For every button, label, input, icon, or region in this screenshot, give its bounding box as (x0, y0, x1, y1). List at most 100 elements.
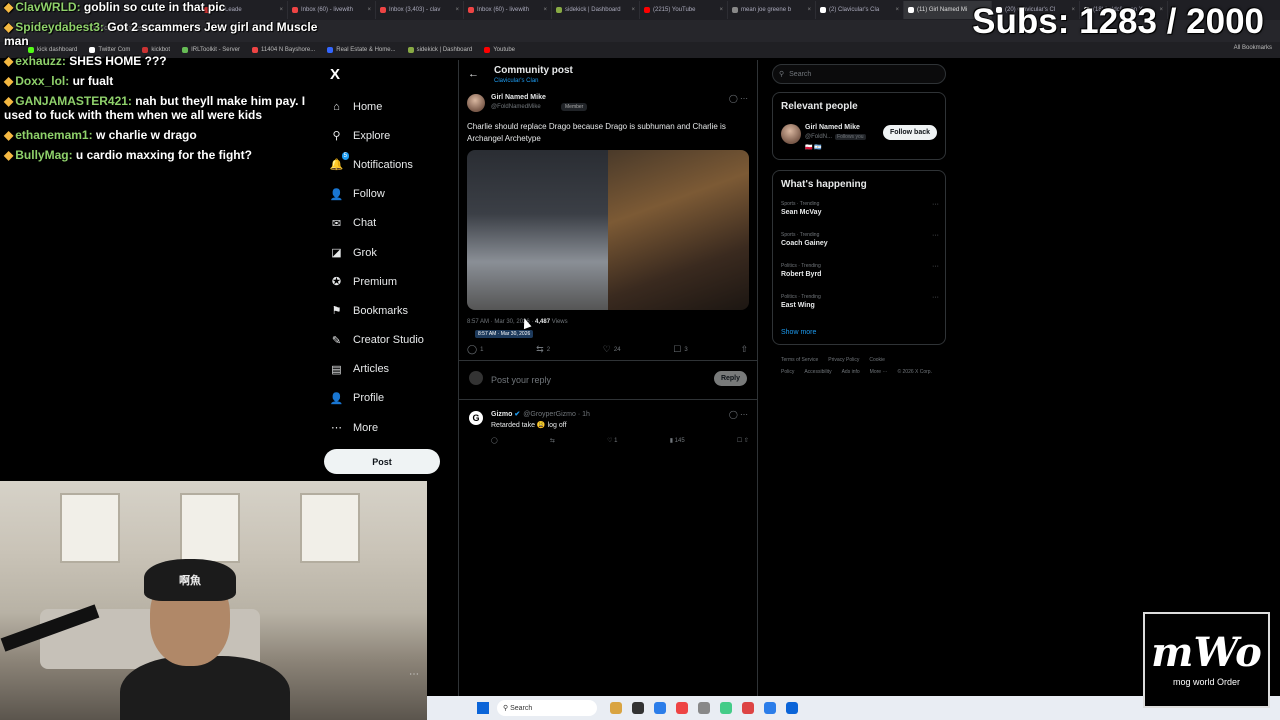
search-placeholder[interactable]: Search (789, 71, 811, 78)
browser-tab[interactable]: (2215) YouTube × (640, 1, 728, 19)
close-icon[interactable]: × (540, 7, 547, 13)
reply-author-name[interactable]: Gizmo (491, 411, 512, 418)
search-input[interactable]: ⚲ Search (772, 64, 946, 84)
more-icon[interactable]: ··· (932, 232, 939, 239)
x-logo[interactable]: X (330, 66, 340, 83)
nav-item-creator-studio[interactable]: ✎ Creator Studio (330, 326, 424, 355)
trend-item[interactable]: Politics · Trending East Wing ··· (781, 294, 939, 309)
reply-composer[interactable]: Post your reply Reply (459, 360, 757, 400)
bookmark-action[interactable]: ☐ 3 (673, 344, 687, 355)
browser-tab[interactable]: sidekick | Dashboard × (552, 1, 640, 19)
browser-tab[interactable]: Inbox (3,403) - clav × (376, 1, 464, 19)
nav-item-bookmarks[interactable]: ⚑ Bookmarks (330, 296, 424, 325)
taskbar-app-icon[interactable] (764, 702, 776, 714)
media-photo-group[interactable] (467, 150, 608, 310)
taskbar-app-icon[interactable] (786, 702, 798, 714)
media-painting-archangel[interactable] (608, 150, 749, 310)
tab-favicon-icon (820, 7, 826, 13)
share-action[interactable]: ⇧ (740, 344, 751, 355)
reply-input[interactable]: Post your reply (491, 375, 551, 385)
chat-message: ◆ exhauzz: SHES HOME ??? (4, 54, 320, 68)
nav-item-more[interactable]: ⋯ More (330, 413, 424, 442)
nav-item-profile[interactable]: 👤 Profile (330, 384, 424, 413)
windows-start-icon[interactable] (477, 702, 489, 714)
close-icon[interactable]: × (804, 7, 811, 13)
post-button[interactable]: Post (324, 449, 440, 474)
creator-studio-icon: ✎ (331, 334, 342, 347)
taskbar-app-icon[interactable] (742, 702, 754, 714)
nav-item-explore[interactable]: ⚲ Explore (330, 121, 424, 150)
all-bookmarks-link[interactable]: All Bookmarks (1234, 45, 1272, 51)
reply-bookmark-share[interactable]: ☐ ⇧ (737, 437, 749, 444)
community-link[interactable]: Clavicular's Clan (494, 78, 539, 84)
relevant-person-handle-row[interactable]: @FoldN... Follows you (805, 134, 866, 140)
close-icon[interactable]: × (364, 7, 371, 13)
taskbar-app-icon[interactable] (654, 702, 666, 714)
close-icon[interactable]: × (452, 7, 459, 13)
post-author-handle[interactable]: @FoldNamedMike (491, 104, 541, 110)
back-arrow-icon[interactable]: ← (468, 68, 479, 80)
footer-link[interactable]: Privacy Policy (828, 357, 859, 363)
reply-button[interactable]: Reply (713, 371, 747, 386)
relevant-person-name[interactable]: Girl Named Mike (805, 124, 860, 131)
nav-item-label: Articles (353, 363, 390, 376)
taskbar-search[interactable]: ⚲ Search (497, 700, 597, 716)
relevant-person-handle[interactable]: @FoldN... (805, 134, 832, 140)
bookmark-item[interactable]: Real Estate & Home... (327, 47, 396, 53)
bookmark-item[interactable]: Youtube (484, 47, 515, 53)
reply-views-action[interactable]: ▮ 145 (670, 437, 685, 444)
browser-tab[interactable]: (2) Clavicular's Cla × (816, 1, 904, 19)
more-dots-icon[interactable]: ⋯ (409, 669, 419, 680)
nav-item-home[interactable]: ⌂ Home (330, 92, 424, 121)
browser-tab[interactable]: mean joe greene b × (728, 1, 816, 19)
nav-item-articles[interactable]: ▤ Articles (330, 355, 424, 384)
nav-item-label: Grok (353, 246, 377, 259)
post-media[interactable] (467, 150, 749, 310)
reply-author-handle[interactable]: @GroyperGizmo · 1h (523, 411, 590, 418)
taskbar-app-icon[interactable] (720, 702, 732, 714)
trend-item[interactable]: Sports · Trending Sean McVay ··· (781, 201, 939, 216)
nav-item-premium[interactable]: ✪ Premium (330, 267, 424, 296)
like-action[interactable]: ♡ 24 (603, 344, 621, 355)
more-icon[interactable]: ··· (932, 263, 939, 270)
post-author-avatar[interactable] (467, 94, 485, 112)
reply-repost-icon[interactable]: ⇆ (550, 437, 555, 444)
footer-link[interactable]: More ··· (870, 369, 888, 375)
reply-more-icon[interactable]: ◯ ⋯ (729, 410, 748, 419)
chat-icon: ✉ (331, 217, 342, 230)
more-icon[interactable]: ··· (932, 201, 939, 208)
bookmark-item[interactable]: sidekick | Dashboard (407, 47, 472, 53)
trend-item[interactable]: Politics · Trending Robert Byrd ··· (781, 263, 939, 278)
notification-badge: 5 (341, 152, 349, 161)
browser-tab[interactable]: Inbox (60) - livewith × (464, 1, 552, 19)
repost-action[interactable]: ⇆ 2 (536, 344, 550, 355)
more-icon[interactable]: ··· (932, 294, 939, 301)
footer-link[interactable]: Terms of Service (781, 357, 818, 363)
relevant-person-avatar[interactable] (781, 124, 801, 144)
footer-link[interactable]: Ads info (842, 369, 860, 375)
close-icon[interactable]: × (628, 7, 635, 13)
taskbar-app-icon[interactable] (698, 702, 710, 714)
taskbar-app-icon[interactable] (676, 702, 688, 714)
trend-item[interactable]: Sports · Trending Coach Gainey ··· (781, 232, 939, 247)
nav-item-chat[interactable]: ✉ Chat (330, 209, 424, 238)
reply-author[interactable]: Gizmo ✔ @GroyperGizmo · 1h (491, 410, 590, 418)
taskbar-app-icon[interactable] (632, 702, 644, 714)
reply-reply-icon[interactable]: ◯ (491, 437, 498, 444)
reply-like-action[interactable]: ♡ 1 (607, 437, 617, 444)
footer-link[interactable]: Accessibility (804, 369, 831, 375)
show-more-link[interactable]: Show more (781, 329, 816, 336)
close-icon[interactable]: × (892, 7, 899, 13)
nav-item-notifications[interactable]: 🔔 5 Notifications (330, 150, 424, 179)
follow-back-button[interactable]: Follow back (882, 125, 937, 140)
taskbar-app-icon[interactable] (610, 702, 622, 714)
footer-link[interactable]: © 2026 X Corp. (897, 369, 932, 375)
post-author-name[interactable]: Girl Named Mike (491, 94, 546, 101)
reply-action[interactable]: ◯ 1 (467, 344, 483, 355)
post-timestamp[interactable]: 8:57 AM · Mar 30, 2026 · 4,487 Views (467, 319, 568, 325)
nav-item-grok[interactable]: ◪ Grok (330, 238, 424, 267)
post-more-icon[interactable]: ◯ ⋯ (729, 94, 748, 103)
close-icon[interactable]: × (716, 7, 723, 13)
reply-author-avatar[interactable]: G (469, 411, 483, 425)
nav-item-follow[interactable]: 👤 Follow (330, 180, 424, 209)
